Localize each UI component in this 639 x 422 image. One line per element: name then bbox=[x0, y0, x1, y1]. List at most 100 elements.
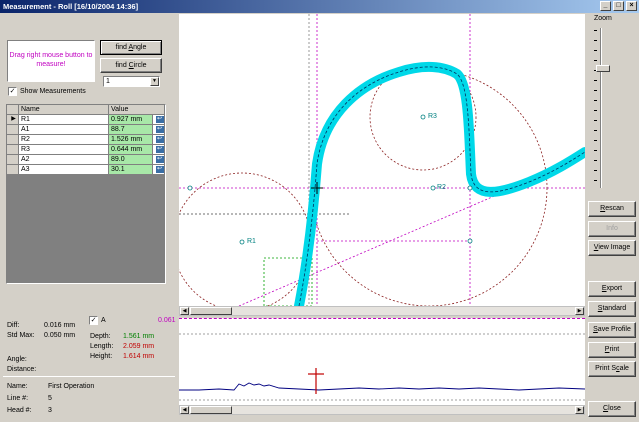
stdmax-value: 0.050 mm bbox=[44, 332, 76, 339]
zoom-slider-thumb[interactable] bbox=[596, 65, 610, 72]
depth-label: Depth: bbox=[90, 333, 111, 340]
row-edit-icon[interactable]: ↩ bbox=[153, 125, 165, 135]
find-angle-pre: find bbox=[115, 44, 129, 51]
view-image-button[interactable]: View Image bbox=[588, 240, 636, 256]
close-icon[interactable]: × bbox=[626, 1, 637, 11]
scroll-left-icon[interactable]: ◀ bbox=[180, 307, 189, 315]
standard-button[interactable]: Standard bbox=[588, 301, 636, 317]
col-value-header: Value bbox=[109, 105, 165, 115]
chevron-down-icon[interactable]: ▼ bbox=[150, 77, 159, 86]
zoom-tick bbox=[594, 60, 597, 61]
col-name-header: Name bbox=[19, 105, 109, 115]
row-indicator[interactable] bbox=[7, 165, 19, 175]
show-measurements[interactable]: ✓ Show Measurements bbox=[8, 87, 86, 96]
row-edit-icon[interactable]: ↩ bbox=[153, 115, 165, 125]
print-scale-button[interactable]: Print Scale bbox=[588, 361, 636, 377]
zoom-tick bbox=[594, 160, 597, 161]
window-title: Measurement - Roll [16/10/2004 14:36] bbox=[3, 2, 139, 11]
r1-label: R1 bbox=[247, 238, 256, 245]
row-edit-icon[interactable]: ↩ bbox=[153, 145, 165, 155]
show-measurements-checkbox[interactable]: ✓ bbox=[8, 87, 17, 96]
row-name[interactable]: A3 bbox=[19, 165, 109, 175]
table-row[interactable]: R3 0.644 mm ↩ bbox=[7, 145, 165, 155]
circle-count-value: 1 bbox=[106, 78, 110, 85]
table-row[interactable]: A2 89.0 ↩ bbox=[7, 155, 165, 165]
measurement-canvas[interactable]: R1 R2 R3 bbox=[179, 14, 585, 306]
scroll-right-icon[interactable]: ▶ bbox=[575, 307, 584, 315]
zoom-slider-track[interactable] bbox=[600, 28, 602, 188]
point-marker-2 bbox=[467, 185, 473, 191]
stdmax-label: Std Max: bbox=[7, 332, 35, 339]
maximize-icon[interactable]: □ bbox=[613, 1, 624, 11]
row-indicator[interactable] bbox=[7, 125, 19, 135]
measurements-grid[interactable]: Name Value ▶ R1 0.927 mm ↩ A1 88.7 ↩ R2 1.526 mm… bbox=[6, 104, 166, 284]
row-value[interactable]: 30.1 bbox=[109, 165, 153, 175]
row-name[interactable]: R3 bbox=[19, 145, 109, 155]
zoom-tick bbox=[594, 150, 597, 151]
save-rest: ave Profile bbox=[597, 326, 631, 333]
footer-name-label: Name: bbox=[7, 383, 28, 390]
row-edit-icon[interactable]: ↩ bbox=[153, 135, 165, 145]
info-label: Info bbox=[606, 225, 618, 232]
table-row[interactable]: A1 88.7 ↩ bbox=[7, 125, 165, 135]
profile-drawing bbox=[179, 14, 585, 306]
print-button[interactable]: Print bbox=[588, 342, 636, 358]
row-value[interactable]: 0.927 mm bbox=[109, 115, 153, 125]
row-name[interactable]: A2 bbox=[19, 155, 109, 165]
row-value[interactable]: 1.526 mm bbox=[109, 135, 153, 145]
zoom-tick bbox=[594, 110, 597, 111]
row-edit-icon[interactable]: ↩ bbox=[153, 165, 165, 175]
r1-center bbox=[239, 239, 245, 245]
footer-name-value: First Operation bbox=[48, 383, 95, 390]
zoom-tick bbox=[594, 50, 597, 51]
row-indicator[interactable] bbox=[7, 155, 19, 165]
row-name[interactable]: A1 bbox=[19, 125, 109, 135]
row-indicator[interactable] bbox=[7, 145, 19, 155]
row-indicator[interactable]: ▶ bbox=[7, 115, 19, 125]
find-angle-button[interactable]: find Angle bbox=[100, 40, 162, 55]
canvas-scroll-thumb[interactable] bbox=[190, 307, 232, 315]
find-angle-post: ngle bbox=[133, 44, 147, 51]
legend-a-checkbox[interactable]: ✓ bbox=[89, 316, 98, 325]
profile-hscrollbar[interactable]: ◀ ▶ bbox=[179, 405, 585, 415]
table-row[interactable]: A3 30.1 ↩ bbox=[7, 165, 165, 175]
footer-line-value: 5 bbox=[48, 395, 52, 402]
point-marker-1 bbox=[187, 185, 193, 191]
find-circle-button[interactable]: find Circle bbox=[100, 58, 162, 73]
row-name[interactable]: R1 bbox=[19, 115, 109, 125]
profile-view[interactable] bbox=[179, 328, 585, 405]
row-name[interactable]: R2 bbox=[19, 135, 109, 145]
show-measurements-label: Show Measurements bbox=[20, 88, 86, 95]
circle-count-combo[interactable]: 1 ▼ bbox=[103, 76, 160, 87]
row-value[interactable]: 89.0 bbox=[109, 155, 153, 165]
standard-rest: tandard bbox=[602, 305, 627, 312]
row-value[interactable]: 88.7 bbox=[109, 125, 153, 135]
row-edit-icon[interactable]: ↩ bbox=[153, 155, 165, 165]
save-profile-button[interactable]: Save Profile bbox=[588, 322, 636, 338]
export-button[interactable]: Export bbox=[588, 281, 636, 297]
profile-trace bbox=[179, 333, 585, 401]
minimize-icon[interactable]: _ bbox=[600, 1, 611, 11]
canvas-hscrollbar[interactable]: ◀ ▶ bbox=[179, 306, 585, 316]
printscale-pre: Print S bbox=[595, 365, 617, 372]
profile-scroll-left-icon[interactable]: ◀ bbox=[180, 406, 189, 414]
profile-scroll-right-icon[interactable]: ▶ bbox=[575, 406, 584, 414]
zoom-tick bbox=[594, 30, 597, 31]
table-row[interactable]: ▶ R1 0.927 mm ↩ bbox=[7, 115, 165, 125]
row-value[interactable]: 0.644 mm bbox=[109, 145, 153, 155]
zoom-label: Zoom bbox=[594, 15, 612, 22]
profile-scroll-thumb[interactable] bbox=[190, 406, 232, 414]
info-button: Info bbox=[588, 221, 636, 237]
close-button[interactable]: Close bbox=[588, 401, 636, 417]
length-label: Length: bbox=[90, 343, 114, 350]
depth-value: 1.561 mm bbox=[123, 333, 155, 340]
zoom-tick bbox=[594, 170, 597, 171]
zoom-tick bbox=[594, 140, 597, 141]
zoom-tick bbox=[594, 180, 597, 181]
angle-label: Angle: bbox=[7, 356, 27, 363]
rescan-button[interactable]: Rescan bbox=[588, 201, 636, 217]
table-row[interactable]: R2 1.526 mm ↩ bbox=[7, 135, 165, 145]
profile-trace-line bbox=[179, 382, 585, 391]
rescan-rest: escan bbox=[605, 205, 624, 212]
row-indicator[interactable] bbox=[7, 135, 19, 145]
